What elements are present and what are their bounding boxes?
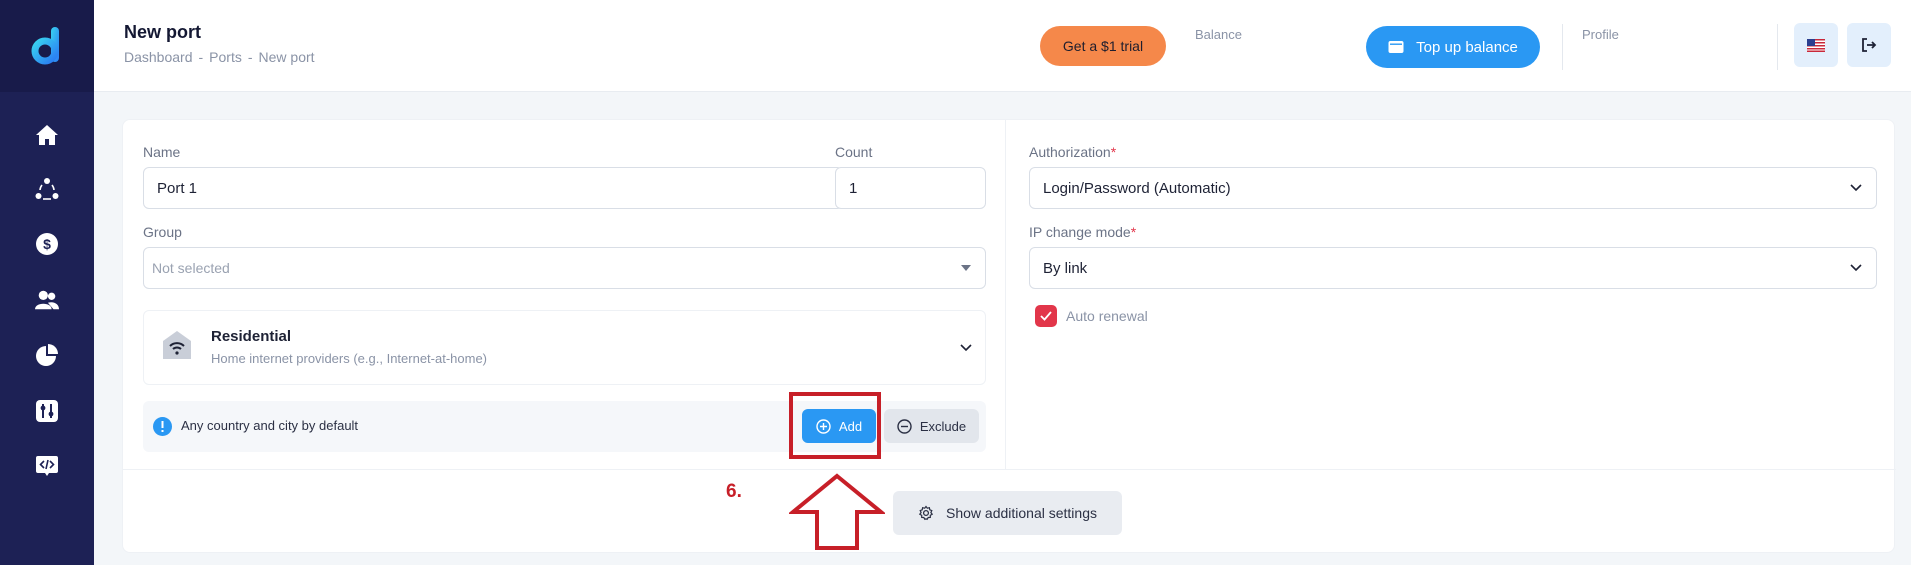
count-input[interactable]: 1 xyxy=(835,167,986,209)
info-icon xyxy=(153,417,172,436)
breadcrumb-dashboard[interactable]: Dashboard xyxy=(124,49,193,65)
dollar-icon[interactable]: $ xyxy=(35,232,59,256)
auto-renewal-checkbox[interactable] xyxy=(1035,305,1057,327)
breadcrumb-current: New port xyxy=(258,49,315,65)
page-title: New port xyxy=(124,22,202,42)
balance-label: Balance xyxy=(1195,27,1242,42)
profile-label: Profile xyxy=(1582,27,1619,42)
name-input[interactable]: Port 1 xyxy=(143,167,843,209)
row-divider xyxy=(123,469,1896,470)
group-placeholder: Not selected xyxy=(152,260,230,276)
count-label: Count xyxy=(835,144,873,160)
header-divider xyxy=(1777,24,1778,70)
network-icon[interactable] xyxy=(35,177,59,201)
breadcrumb: Dashboard - Ports - New port xyxy=(124,49,315,65)
group-select[interactable]: Not selected xyxy=(143,247,986,289)
new-port-form: Name Port 1 Count 1 Group Not selected R… xyxy=(122,119,1896,553)
top-up-balance-button[interactable]: Top up balance xyxy=(1366,26,1540,68)
header-divider xyxy=(1562,24,1563,70)
gear-icon xyxy=(918,505,934,521)
check-icon xyxy=(1040,311,1052,321)
header: New port Dashboard - Ports - New port Get a … xyxy=(94,0,1911,92)
get-trial-button[interactable]: Get a $1 trial xyxy=(1040,26,1166,66)
location-info-text: Any country and city by default xyxy=(181,418,359,433)
name-label: Name xyxy=(143,144,181,160)
proxy-type-title: Residential xyxy=(211,328,292,345)
us-flag-icon xyxy=(1807,38,1825,52)
auto-renewal-label[interactable]: Auto renewal xyxy=(1066,308,1148,324)
authorization-value: Login/Password (Automatic) xyxy=(1043,179,1231,197)
svg-text:$: $ xyxy=(43,236,51,252)
exclude-label: Exclude xyxy=(919,418,967,434)
caret-down-icon xyxy=(961,265,971,271)
wifi-home-icon xyxy=(163,331,191,359)
logout-icon xyxy=(1862,38,1877,52)
chevron-down-icon xyxy=(960,344,972,352)
tools-icon[interactable] xyxy=(35,399,59,423)
proxy-type-description: Home internet providers (e.g., Internet-… xyxy=(211,351,488,366)
breadcrumb-ports[interactable]: Ports xyxy=(209,49,242,65)
additional-settings-label: Show additional settings xyxy=(946,505,1097,521)
chevron-down-icon xyxy=(1850,184,1862,192)
ip-change-mode-select[interactable]: By link xyxy=(1029,247,1877,289)
sidebar: $ xyxy=(0,0,94,565)
minus-circle-icon xyxy=(897,418,912,434)
authorization-select[interactable]: Login/Password (Automatic) xyxy=(1029,167,1877,209)
highlight-box xyxy=(789,392,881,459)
chevron-down-icon xyxy=(1850,264,1862,272)
pie-chart-icon[interactable] xyxy=(35,343,59,367)
language-button[interactable] xyxy=(1794,23,1838,67)
arrow-up-icon xyxy=(789,473,885,550)
wallet-icon xyxy=(1388,41,1404,53)
users-icon[interactable] xyxy=(35,288,59,312)
step-number: 6. xyxy=(726,481,742,502)
proxy-type-select[interactable]: Residential Home internet providers (e.g… xyxy=(143,310,986,385)
api-code-icon[interactable] xyxy=(35,454,59,478)
authorization-label: Authorization* xyxy=(1029,144,1117,160)
home-icon[interactable] xyxy=(35,123,59,147)
logout-button[interactable] xyxy=(1847,23,1891,67)
ip-change-mode-label: IP change mode* xyxy=(1029,224,1137,240)
logo-icon xyxy=(31,27,59,65)
group-label: Group xyxy=(143,224,182,240)
ip-change-mode-value: By link xyxy=(1043,259,1088,277)
exclude-location-button[interactable]: Exclude xyxy=(884,409,979,443)
top-up-label: Top up balance xyxy=(1416,38,1518,56)
column-divider xyxy=(1005,120,1006,469)
logo[interactable] xyxy=(0,0,94,92)
show-additional-settings-button[interactable]: Show additional settings xyxy=(893,491,1122,535)
